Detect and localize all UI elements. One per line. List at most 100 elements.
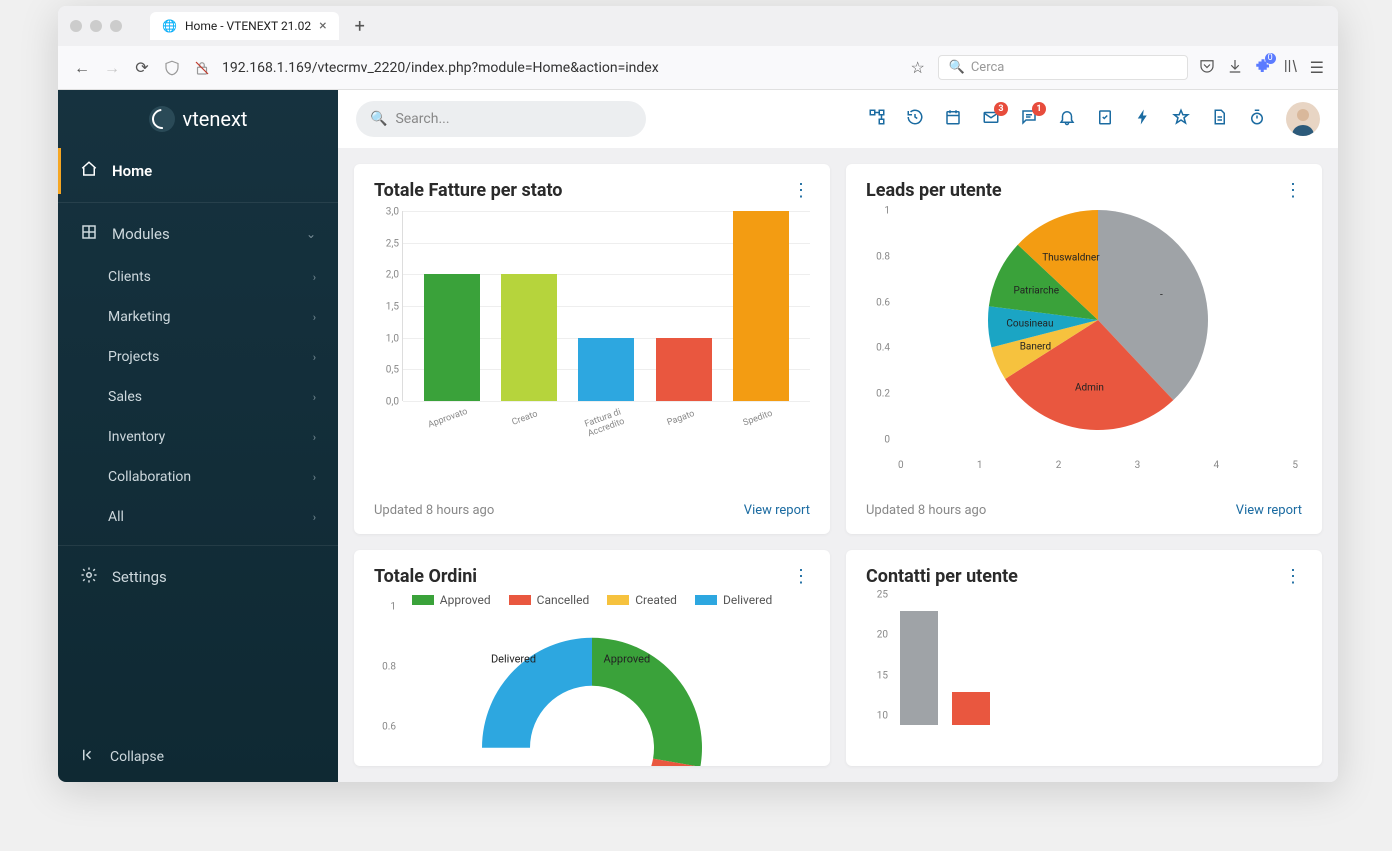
nav-reload-icon[interactable]: ⟳ xyxy=(132,58,152,78)
card-contacts-bar: Contatti per utente ⋮ 10152025 xyxy=(846,550,1322,767)
mail-icon[interactable]: 3 xyxy=(982,108,1000,131)
window-close-dot[interactable] xyxy=(70,20,82,32)
bar[interactable] xyxy=(501,274,557,401)
process-icon[interactable] xyxy=(868,108,886,131)
card-menu-icon[interactable]: ⋮ xyxy=(1284,180,1302,201)
topbar: 🔍 Search... 3 1 xyxy=(338,90,1338,148)
star-icon[interactable]: ☆ xyxy=(908,58,928,78)
sidebar-item-home[interactable]: Home xyxy=(58,148,338,194)
task-icon[interactable] xyxy=(1096,108,1114,131)
bolt-icon[interactable] xyxy=(1134,108,1152,131)
pie-slice-label: Cousineau xyxy=(1006,319,1053,330)
library-icon[interactable] xyxy=(1282,57,1300,79)
bar[interactable] xyxy=(656,338,712,401)
home-icon xyxy=(80,160,98,182)
chevron-right-icon: › xyxy=(313,431,316,444)
collapse-label: Collapse xyxy=(110,749,164,765)
pie-slice-label: Thuswaldner xyxy=(1042,252,1099,263)
card-status: Updated 8 hours ago xyxy=(374,503,494,518)
address-bar: ← → ⟳ 192.168.1.169/vtecrmv_2220/index.p… xyxy=(58,46,1338,90)
hamburger-icon[interactable]: ☰ xyxy=(1310,58,1324,77)
app-search-input[interactable]: 🔍 Search... xyxy=(356,101,646,137)
history-icon[interactable] xyxy=(906,108,924,131)
window-max-dot[interactable] xyxy=(110,20,122,32)
legend-item[interactable]: Approved xyxy=(412,593,491,607)
pocket-icon[interactable] xyxy=(1198,57,1216,79)
favorite-icon[interactable] xyxy=(1172,108,1190,131)
chat-icon[interactable]: 1 xyxy=(1020,108,1038,131)
bar-label: Spedito xyxy=(723,402,798,452)
bell-icon[interactable] xyxy=(1058,108,1076,131)
card-title: Totale Fatture per stato xyxy=(374,180,562,201)
browser-tab[interactable]: 🌐 Home - VTENEXT 21.02 × xyxy=(150,12,339,40)
chevron-right-icon: › xyxy=(313,271,316,284)
nav-forward-icon[interactable]: → xyxy=(102,58,122,78)
bar[interactable] xyxy=(900,611,938,725)
card-status: Updated 8 hours ago xyxy=(866,503,986,518)
sidebar-item-settings[interactable]: Settings xyxy=(58,554,338,600)
mail-badge: 3 xyxy=(994,102,1008,116)
doc-icon[interactable] xyxy=(1210,108,1228,131)
brand-logo[interactable]: vtenext xyxy=(58,90,338,148)
card-orders-donut: Totale Ordini ⋮ Approved Cancelled Created… xyxy=(354,550,830,767)
card-menu-icon[interactable]: ⋮ xyxy=(1284,566,1302,587)
chevron-down-icon: ⌄ xyxy=(306,227,316,241)
extension-icon[interactable]: 0 xyxy=(1254,57,1272,79)
bar-label: Pagato xyxy=(646,402,721,452)
legend-item[interactable]: Created xyxy=(607,593,677,607)
lock-icon[interactable] xyxy=(192,58,212,78)
bar[interactable] xyxy=(578,338,634,401)
mini-bar-chart: 10152025 xyxy=(866,595,1302,725)
card-title: Contatti per utente xyxy=(866,566,1018,587)
card-title: Totale Ordini xyxy=(374,566,477,587)
card-menu-icon[interactable]: ⋮ xyxy=(792,566,810,587)
bar[interactable] xyxy=(952,692,990,725)
legend-item[interactable]: Delivered xyxy=(695,593,772,607)
dashboard-grid: Totale Fatture per stato ⋮ 0,00,51,01,52… xyxy=(338,148,1338,782)
view-report-link[interactable]: View report xyxy=(744,503,810,518)
download-icon[interactable] xyxy=(1226,57,1244,79)
new-tab-button[interactable]: + xyxy=(355,16,365,37)
sidebar-sub-collaboration[interactable]: Collaboration› xyxy=(58,457,338,497)
sidebar-settings-section: Settings xyxy=(58,545,338,600)
sidebar-sub-clients[interactable]: Clients› xyxy=(58,257,338,297)
legend-item[interactable]: Cancelled xyxy=(509,593,590,607)
tab-close-icon[interactable]: × xyxy=(319,18,326,34)
main-area: 🔍 Search... 3 1 xyxy=(338,90,1338,782)
bar[interactable] xyxy=(424,274,480,401)
window-min-dot[interactable] xyxy=(90,20,102,32)
pie-slice-label: - xyxy=(1160,290,1163,301)
chevron-right-icon: › xyxy=(313,391,316,404)
app-container: vtenext Home Modules ⌄ Clients› Marketin… xyxy=(58,90,1338,782)
nav-back-icon[interactable]: ← xyxy=(72,58,92,78)
calendar-icon[interactable] xyxy=(944,108,962,131)
pie-chart: 00.20.40.60.81 -AdminBanerdCousineauPatr… xyxy=(866,211,1302,471)
browser-search-placeholder: Cerca xyxy=(971,60,1005,75)
browser-search-input[interactable]: 🔍 Cerca xyxy=(938,55,1188,80)
user-avatar[interactable] xyxy=(1286,102,1320,136)
tab-favicon: 🌐 xyxy=(162,19,177,33)
bar-chart: 0,00,51,01,52,02,53,0 ApprovatoCreatoFat… xyxy=(374,211,810,441)
pie-slice-label: Banerd xyxy=(1020,342,1051,353)
timer-icon[interactable] xyxy=(1248,108,1266,131)
url-input[interactable]: 192.168.1.169/vtecrmv_2220/index.php?mod… xyxy=(222,60,898,76)
url-text: 192.168.1.169/vtecrmv_2220/index.php?mod… xyxy=(222,60,659,76)
tab-title: Home - VTENEXT 21.02 xyxy=(185,19,311,33)
chevron-right-icon: › xyxy=(313,351,316,364)
card-menu-icon[interactable]: ⋮ xyxy=(792,180,810,201)
sidebar-item-modules[interactable]: Modules ⌄ xyxy=(58,211,338,257)
browser-window: 🌐 Home - VTENEXT 21.02 × + ← → ⟳ 192.168… xyxy=(58,6,1338,782)
pie-slice-label: Patriarche xyxy=(1013,286,1059,297)
logo-icon xyxy=(149,106,175,132)
bar[interactable] xyxy=(733,211,789,401)
sidebar-sub-sales[interactable]: Sales› xyxy=(58,377,338,417)
sidebar-collapse-button[interactable]: Collapse xyxy=(58,732,338,782)
chat-badge: 1 xyxy=(1032,102,1046,116)
sidebar-sub-marketing[interactable]: Marketing› xyxy=(58,297,338,337)
view-report-link[interactable]: View report xyxy=(1236,503,1302,518)
sidebar-sub-all[interactable]: All› xyxy=(58,497,338,537)
sidebar-sub-projects[interactable]: Projects› xyxy=(58,337,338,377)
sidebar-modules-section: Modules ⌄ Clients› Marketing› Projects› … xyxy=(58,202,338,537)
shield-icon[interactable] xyxy=(162,58,182,78)
sidebar-sub-inventory[interactable]: Inventory› xyxy=(58,417,338,457)
